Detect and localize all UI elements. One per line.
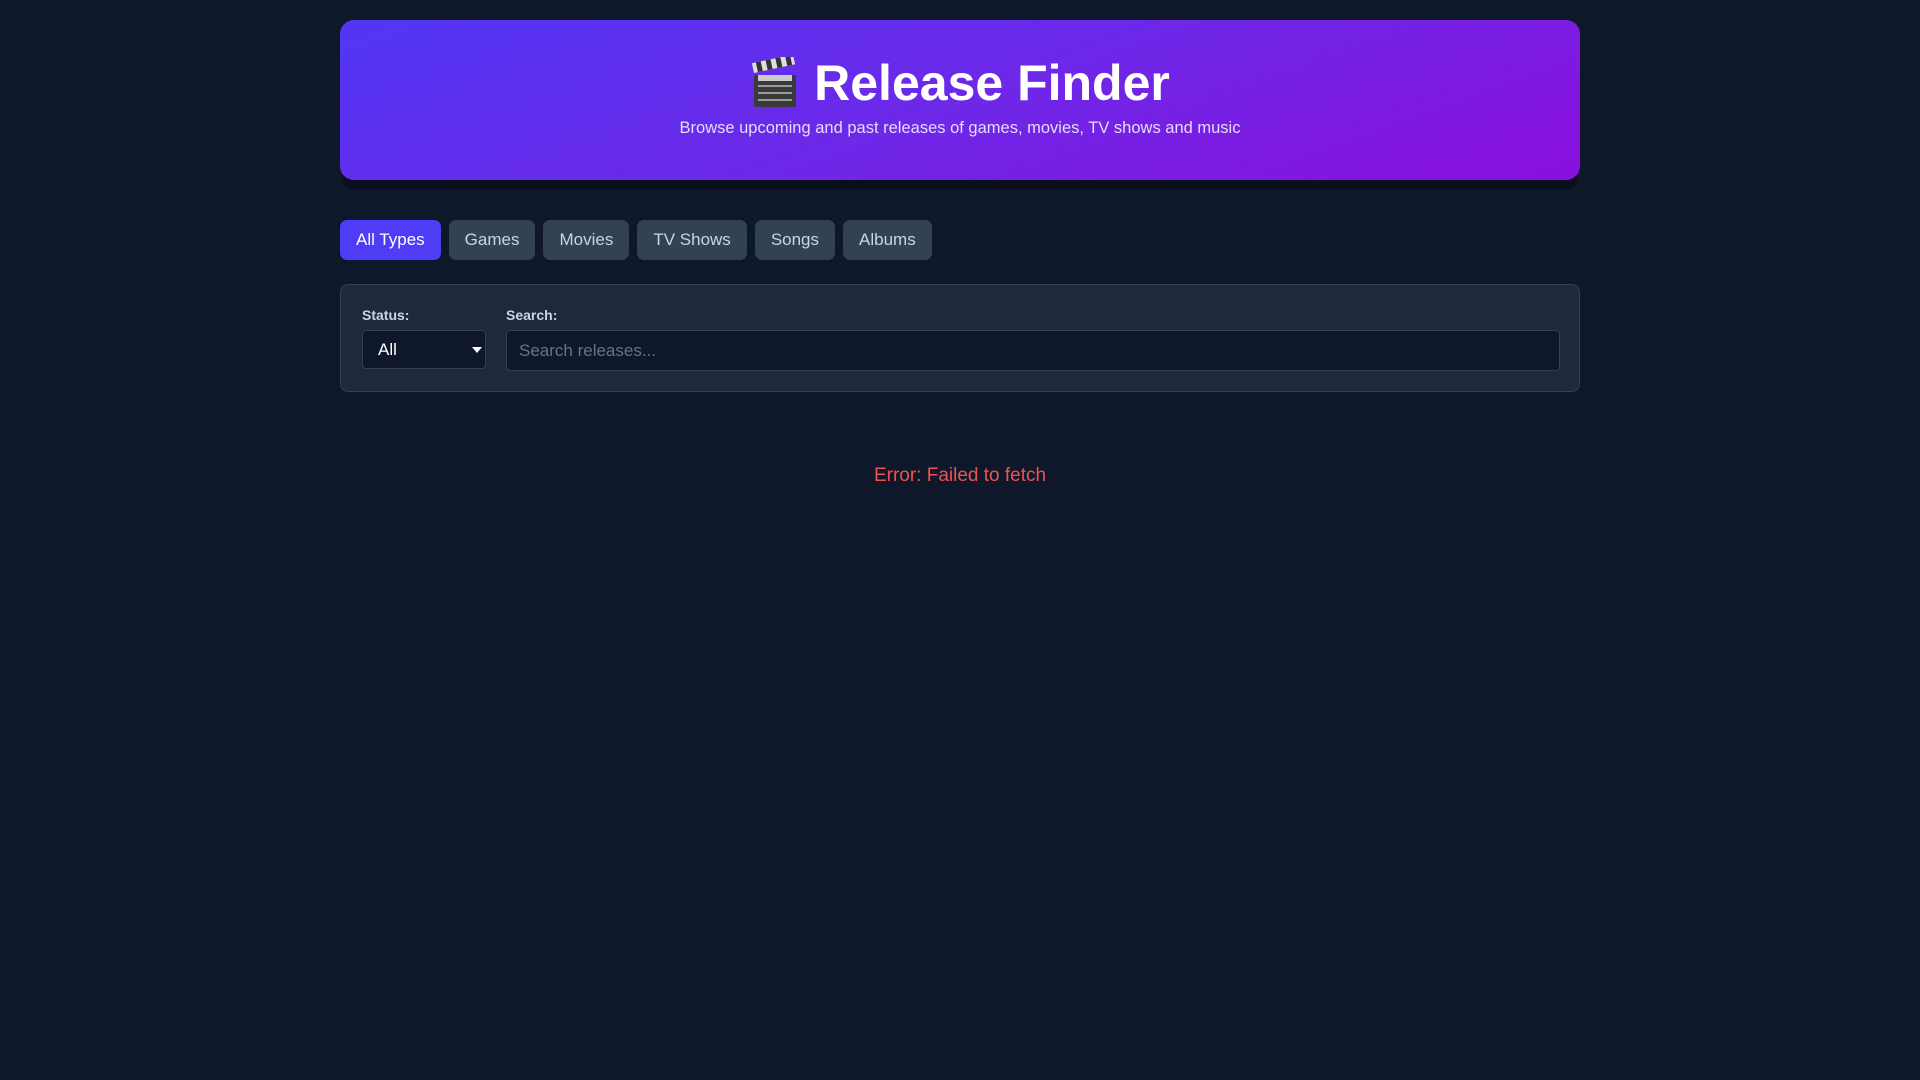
tab-games[interactable]: Games — [448, 220, 536, 260]
tab-all-types[interactable]: All Types — [340, 220, 441, 260]
tab-movies[interactable]: Movies — [543, 220, 630, 260]
search-label: Search: — [506, 307, 558, 323]
page-title: Release Finder — [814, 55, 1170, 111]
type-tabs: All Types Games Movies TV Shows Songs Al… — [340, 220, 932, 260]
clapperboard-icon — [752, 57, 797, 107]
chevron-down-icon — [472, 347, 482, 353]
error-message: Error: Failed to fetch — [873, 465, 1047, 486]
tab-songs[interactable]: Songs — [754, 220, 836, 260]
page-title-row: Release Finder — [340, 53, 1580, 113]
search-input[interactable] — [506, 330, 1560, 371]
status-select-value: All — [378, 340, 397, 359]
status-label: Status: — [362, 307, 410, 323]
status-select[interactable]: All — [362, 330, 486, 369]
page-subtitle: Browse upcoming and past releases of gam… — [679, 119, 1241, 137]
app-header: Release Finder Browse upcoming and past … — [340, 20, 1580, 180]
tab-tv-shows[interactable]: TV Shows — [637, 220, 747, 260]
tab-albums[interactable]: Albums — [843, 220, 932, 260]
filter-panel: Status: Search: All — [340, 284, 1580, 392]
